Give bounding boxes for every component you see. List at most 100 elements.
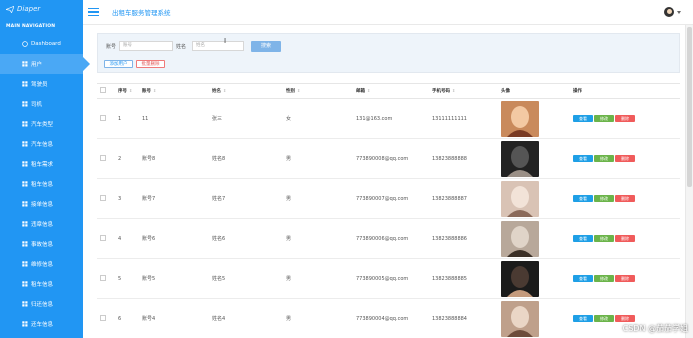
row-checkbox[interactable]	[100, 234, 106, 241]
cell-phone: 13823888886	[429, 218, 498, 259]
sidebar-item-1[interactable]: 用户	[0, 54, 90, 74]
sidebar-item-label: 汽车信息	[31, 142, 54, 148]
view-button[interactable]: 查看	[573, 275, 593, 282]
view-button[interactable]: 查看	[573, 155, 593, 162]
cell-name: 姓名8	[209, 138, 283, 179]
sidebar-item-label: 归还信息	[31, 302, 54, 308]
user-avatar-image	[501, 180, 539, 217]
cell-email: 773890008@qq.com	[353, 138, 429, 179]
edit-button[interactable]: 修改	[594, 275, 614, 282]
cell-avatar	[498, 258, 570, 299]
column-header[interactable]: 账号 ⇕	[139, 83, 209, 99]
delete-button[interactable]: 删除	[615, 155, 635, 162]
delete-button[interactable]: 删除	[615, 275, 635, 282]
sidebar-item-0[interactable]: Dashboard	[0, 34, 83, 54]
delete-button[interactable]: 删除	[615, 315, 635, 322]
sidebar-item-8[interactable]: 接单信息	[0, 194, 83, 214]
row-checkbox[interactable]	[100, 114, 106, 121]
user-table: 序号 ⇕ 账号 ⇕ 姓名 ⇕ 性别 ⇕ 邮箱 ⇕ 手机号码 ⇕ 头像 操作 1 11 张三女 131@163.c…	[97, 83, 680, 338]
sidebar-item-6[interactable]: 租车需求	[0, 154, 83, 174]
sidebar-item-5[interactable]: 汽车信息	[0, 134, 83, 154]
edit-button[interactable]: 修改	[594, 235, 614, 242]
cell-phone: 13823888887	[429, 178, 498, 219]
sort-icon[interactable]: ⇕	[452, 88, 455, 93]
sidebar-item-9[interactable]: 违章信息	[0, 214, 83, 234]
view-button[interactable]: 查看	[573, 315, 593, 322]
view-button[interactable]: 查看	[573, 235, 593, 242]
edit-button[interactable]: 修改	[594, 195, 614, 202]
column-header[interactable]: 邮箱 ⇕	[353, 83, 429, 99]
row-select-cell	[97, 138, 115, 179]
sidebar-item-12[interactable]: 租车信息	[0, 274, 83, 294]
column-header[interactable]: 头像	[498, 83, 570, 99]
sidebar-item-2[interactable]: 驾驶员	[0, 74, 83, 94]
cell-gender: 女	[283, 98, 353, 139]
name-label: 姓名	[176, 44, 187, 50]
sidebar-item-14[interactable]: 还车信息	[0, 314, 83, 334]
row-select-cell	[97, 258, 115, 299]
delete-button[interactable]: 删除	[615, 115, 635, 122]
column-header-label: 手机号码	[432, 89, 450, 94]
scrollbar-thumb[interactable]	[687, 27, 692, 187]
add-user-button[interactable]: 添加用户	[104, 60, 133, 68]
cell-account: 账号7	[139, 178, 209, 219]
sidebar-item-10[interactable]: 事故信息	[0, 234, 83, 254]
mouse-cursor-icon: I	[224, 37, 227, 45]
column-header[interactable]: 姓名 ⇕	[209, 83, 283, 99]
cell-email: 773890005@qq.com	[353, 258, 429, 299]
grid-icon	[22, 61, 28, 67]
logo[interactable]: Diaper	[0, 0, 83, 18]
sort-icon[interactable]: ⇕	[223, 88, 226, 93]
sidebar-item-13[interactable]: 归还信息	[0, 294, 83, 314]
cell-actions: 查看 修改 删除	[570, 178, 680, 219]
row-checkbox[interactable]	[100, 194, 106, 201]
sort-icon[interactable]: ⇕	[367, 88, 370, 93]
name-input[interactable]: 姓名	[192, 41, 244, 51]
cell-actions: 查看 修改 删除	[570, 98, 680, 139]
account-input[interactable]: 账号	[119, 41, 173, 51]
search-button[interactable]: 搜索	[251, 41, 281, 52]
sidebar-item-3[interactable]: 司机	[0, 94, 83, 114]
batch-delete-button[interactable]: 批量删除	[136, 60, 165, 68]
sidebar-item-7[interactable]: 租车信息	[0, 174, 83, 194]
sidebar-item-4[interactable]: 汽车类型	[0, 114, 83, 134]
table-row: 4 账号6 姓名6 男 773890006@qq.com 13823888886 查看 修改删…	[97, 218, 680, 259]
delete-button[interactable]: 删除	[615, 235, 635, 242]
cell-gender: 男	[283, 218, 353, 259]
sidebar-item-11[interactable]: 维修信息	[0, 254, 83, 274]
search-panel: 账号 账号 姓名 姓名 搜索 添加用户 批量删除	[97, 33, 680, 73]
user-avatar-icon[interactable]	[664, 7, 674, 17]
delete-button[interactable]: 删除	[615, 195, 635, 202]
sort-icon[interactable]: ⇕	[297, 88, 300, 93]
cell-phone: 13823888885	[429, 258, 498, 299]
page-scrollbar[interactable]	[685, 25, 693, 338]
sidebar-item-label: 接单信息	[31, 202, 54, 208]
edit-button[interactable]: 修改	[594, 315, 614, 322]
sidebar-item-label: 还车信息	[31, 322, 54, 328]
edit-button[interactable]: 修改	[594, 115, 614, 122]
sort-icon[interactable]: ⇕	[153, 88, 156, 93]
menu-toggle-icon[interactable]	[88, 8, 99, 16]
view-button[interactable]: 查看	[573, 115, 593, 122]
row-checkbox[interactable]	[100, 274, 106, 281]
column-header[interactable]: 序号 ⇕	[115, 83, 139, 99]
column-header[interactable]: 操作	[570, 83, 680, 99]
cell-avatar	[498, 98, 570, 139]
cell-avatar	[498, 138, 570, 179]
column-header[interactable]: 手机号码 ⇕	[429, 83, 498, 99]
sort-icon[interactable]: ⇕	[129, 88, 132, 93]
edit-button[interactable]: 修改	[594, 155, 614, 162]
chevron-down-icon[interactable]	[677, 11, 681, 14]
row-checkbox[interactable]	[100, 314, 106, 321]
row-checkbox[interactable]	[100, 154, 106, 161]
view-button[interactable]: 查看	[573, 195, 593, 202]
cell-account: 账号6	[139, 218, 209, 259]
sidebar-item-label: Dashboard	[31, 41, 61, 47]
cell-phone: 13823888888	[429, 138, 498, 179]
cell-name: 姓名7	[209, 178, 283, 219]
sidebar-item-label: 汽车类型	[31, 122, 54, 128]
grid-icon	[22, 161, 28, 167]
column-header[interactable]: 性别 ⇕	[283, 83, 353, 99]
select-all-checkbox[interactable]	[100, 87, 106, 93]
table-row: 5 账号5 姓名5 男 773890005@qq.com 13823888885 查看 修改删…	[97, 258, 680, 299]
